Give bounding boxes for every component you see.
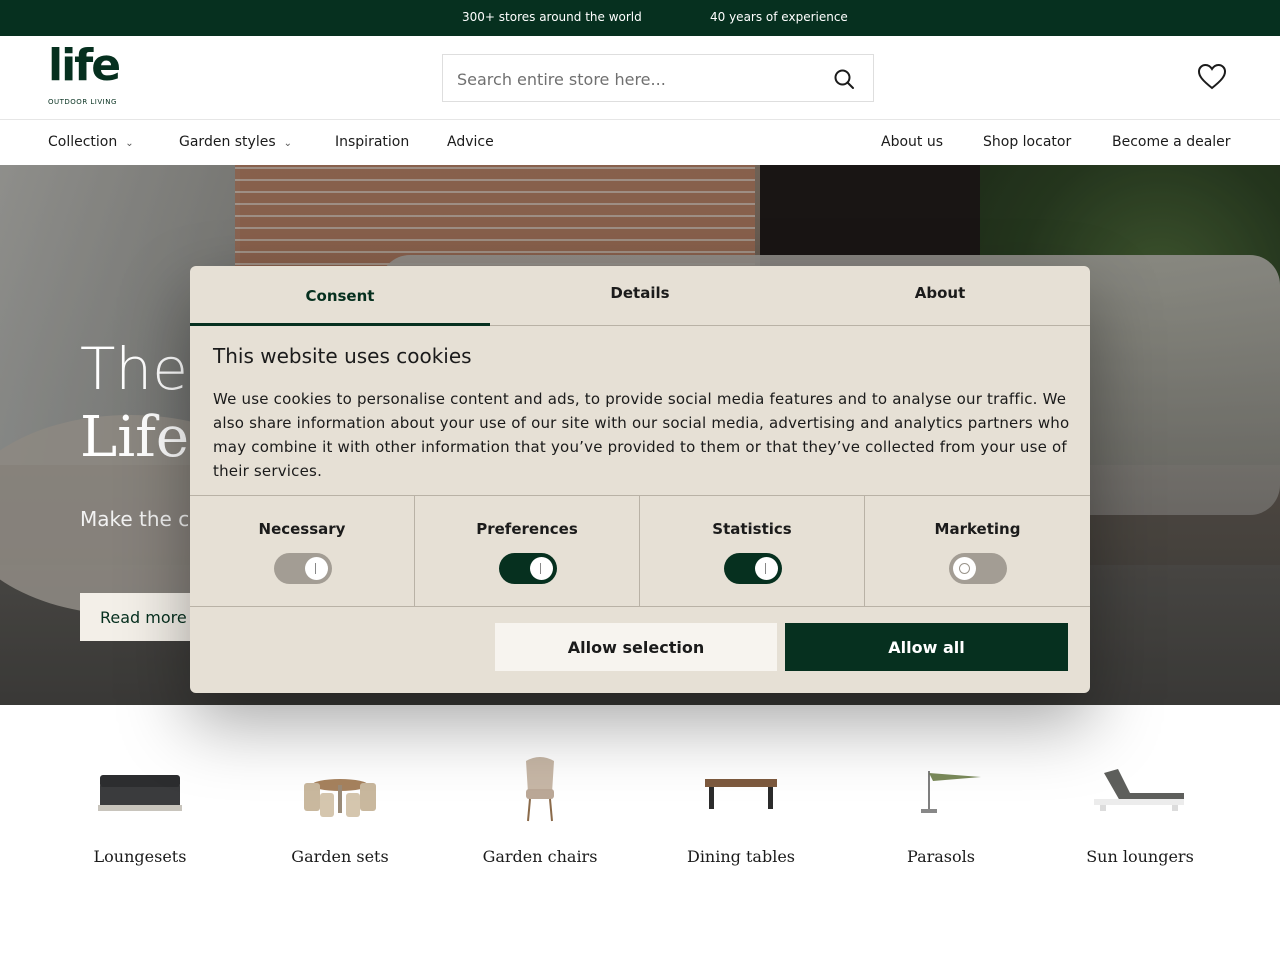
chevron-down-icon: ⌄ <box>283 138 293 149</box>
cookie-preferences: Necessary Preferences Statistics Marketi… <box>190 495 1090 607</box>
nav-garden-styles[interactable]: Garden styles ⌄ <box>179 134 292 150</box>
nav-garden-styles-label: Garden styles <box>179 134 276 150</box>
preferences-toggle[interactable] <box>499 553 557 584</box>
toggle-knob <box>305 557 328 580</box>
logo-tagline: OUTDOOR LIVING <box>48 98 117 106</box>
hero-subtitle: Make the c <box>80 507 190 531</box>
category-label: Garden chairs <box>482 847 598 866</box>
statistics-toggle[interactable] <box>724 553 782 584</box>
parasol-image <box>921 771 981 813</box>
search-box <box>442 54 874 102</box>
toggle-knob <box>953 557 976 580</box>
stores-usp: 300+ stores around the world <box>462 10 642 24</box>
pref-necessary-label: Necessary <box>258 520 346 538</box>
chevron-down-icon: ⌄ <box>125 138 134 149</box>
category-strip: Loungesets Garden sets Garden chairs Din… <box>0 705 1280 960</box>
tab-consent[interactable]: Consent <box>190 266 490 326</box>
category-label: Garden sets <box>291 847 389 866</box>
search-icon[interactable] <box>833 68 855 90</box>
category-label: Loungesets <box>93 847 187 866</box>
dialog-description: We use cookies to personalise content an… <box>213 390 1070 480</box>
nav-become-dealer[interactable]: Become a dealer <box>1112 134 1231 150</box>
category-garden-sets[interactable]: Garden sets <box>240 753 440 866</box>
garden-set-image <box>304 779 376 817</box>
nav-collection-label: Collection <box>48 134 118 150</box>
allow-selection-button[interactable]: Allow selection <box>495 623 777 671</box>
nav-advice[interactable]: Advice <box>447 134 494 150</box>
category-label: Dining tables <box>686 847 795 866</box>
nav-inspiration[interactable]: Inspiration <box>335 134 409 150</box>
pref-necessary: Necessary <box>190 496 415 607</box>
category-sun-loungers[interactable]: Sun loungers <box>1040 753 1240 866</box>
pref-marketing-label: Marketing <box>934 520 1021 538</box>
consent-tabs: Consent Details About <box>190 266 1090 326</box>
dining-table-image <box>705 779 777 809</box>
toggle-knob <box>755 557 778 580</box>
category-label: Sun loungers <box>1086 847 1194 866</box>
category-parasols[interactable]: Parasols <box>841 753 1041 866</box>
toggle-on-mark-icon <box>540 563 541 574</box>
toggle-on-mark-icon <box>765 563 766 574</box>
pref-statistics-label: Statistics <box>712 520 792 538</box>
nav-collection[interactable]: Collection ⌄ <box>48 134 134 150</box>
allow-all-button[interactable]: Allow all <box>785 623 1068 671</box>
garden-chair-image <box>526 757 554 822</box>
loungeset-image <box>98 775 182 811</box>
hero-title-line1: The <box>80 335 188 403</box>
main-navigation: Collection ⌄ Garden styles ⌄ Inspiration A… <box>0 120 1280 165</box>
life-logo[interactable]: life OUTDOOR LIVING <box>48 40 128 110</box>
nav-shop-locator[interactable]: Shop locator <box>983 134 1071 150</box>
sun-lounger-image <box>1094 769 1184 811</box>
tab-details[interactable]: Details <box>490 266 790 326</box>
site-header: life OUTDOOR LIVING <box>0 36 1280 120</box>
logo-wordmark: life <box>48 40 121 91</box>
nav-about-us[interactable]: About us <box>881 134 943 150</box>
search-input[interactable] <box>457 67 817 91</box>
toggle-off-mark-icon <box>959 563 970 574</box>
dialog-title: This website uses cookies <box>213 344 472 368</box>
marketing-toggle[interactable] <box>949 553 1007 584</box>
toggle-knob <box>530 557 553 580</box>
tab-consent-label: Consent <box>305 287 375 305</box>
pref-preferences-label: Preferences <box>476 520 578 538</box>
necessary-toggle <box>274 553 332 584</box>
active-tab-indicator <box>190 323 490 326</box>
cookie-consent-dialog: Consent Details About This website uses … <box>190 266 1090 693</box>
tab-about[interactable]: About <box>790 266 1090 326</box>
top-announcement-bar: 300+ stores around the world 40 years of… <box>0 0 1280 36</box>
category-label: Parasols <box>907 847 975 866</box>
category-garden-chairs[interactable]: Garden chairs <box>440 753 640 866</box>
experience-usp: 40 years of experience <box>710 10 848 24</box>
category-loungesets[interactable]: Loungesets <box>40 753 240 866</box>
pref-preferences: Preferences <box>415 496 640 607</box>
category-dining-tables[interactable]: Dining tables <box>641 753 841 866</box>
pref-statistics: Statistics <box>640 496 865 607</box>
pref-marketing: Marketing <box>865 496 1090 607</box>
heart-icon[interactable] <box>1198 64 1226 90</box>
toggle-on-mark-icon <box>315 563 316 574</box>
